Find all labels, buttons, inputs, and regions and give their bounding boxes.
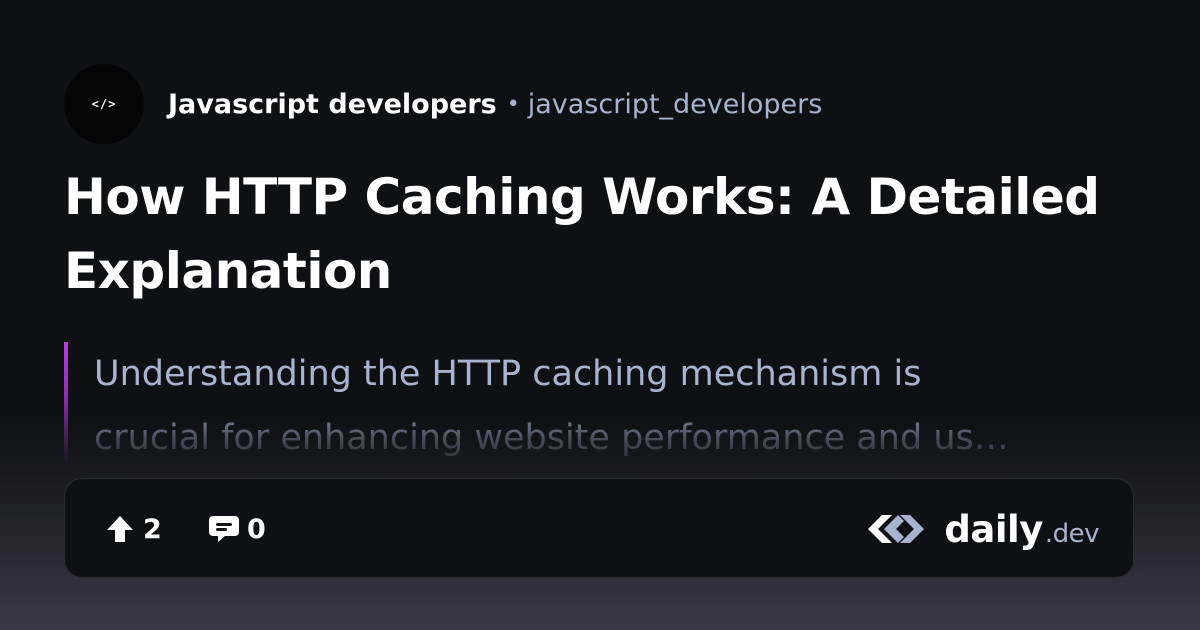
summary-line: crucial for enhancing website performanc… — [94, 418, 1009, 458]
comment-count: 0 — [247, 513, 266, 545]
source-name[interactable]: Javascript developers — [168, 89, 497, 120]
upvote-button[interactable]: 2 — [103, 479, 162, 579]
source-handle[interactable]: javascript_developers — [528, 89, 823, 120]
brand-word: daily — [944, 507, 1043, 551]
source-avatar[interactable]: </> — [64, 64, 144, 144]
comment-button[interactable]: 0 — [207, 479, 266, 579]
summary-line: Understanding the HTTP caching mechanism… — [94, 354, 922, 394]
brand-suffix: .dev — [1044, 518, 1100, 549]
daily-dev-logo-icon — [868, 515, 925, 543]
post-summary: Understanding the HTTP caching mechanism… — [64, 342, 1136, 464]
post-title[interactable]: How HTTP Caching Works: A Detailed Expla… — [64, 160, 1144, 308]
summary-accent-bar — [64, 342, 68, 464]
brand-wordmark: daily.dev — [944, 508, 1099, 551]
arrow-up-icon — [103, 512, 137, 546]
code-icon: </> — [91, 97, 117, 111]
source-header: </> Javascript developers • javascript_d… — [64, 64, 822, 144]
post-preview-card: </> Javascript developers • javascript_d… — [0, 0, 1200, 630]
summary-text: Understanding the HTTP caching mechanism… — [94, 342, 1134, 464]
post-footer: 2 0 daily.dev — [64, 478, 1134, 578]
source-separator: • — [506, 91, 520, 117]
upvote-count: 2 — [143, 513, 162, 545]
comment-icon — [207, 512, 241, 546]
daily-dev-brand[interactable]: daily.dev — [864, 479, 1100, 579]
